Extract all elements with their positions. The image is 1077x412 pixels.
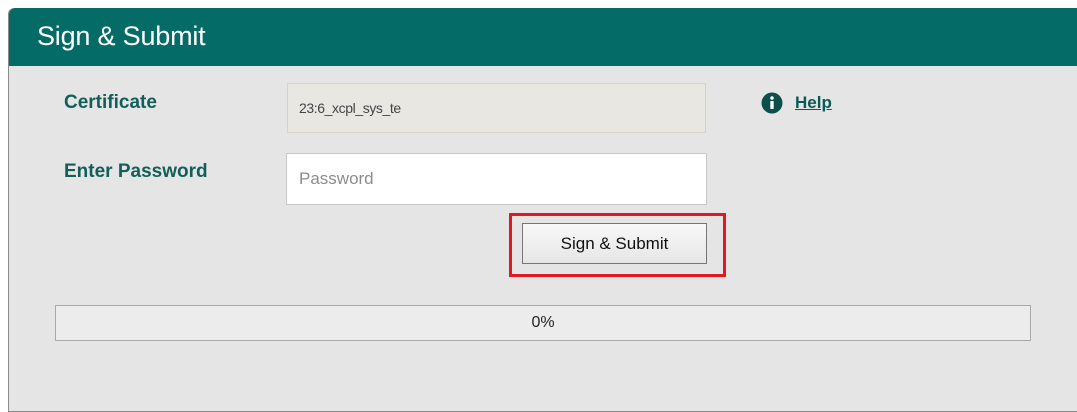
- certificate-value: 23:6_xcpl_sys_te: [299, 100, 401, 116]
- certificate-field: 23:6_xcpl_sys_te: [287, 83, 706, 133]
- help-group: Help: [761, 92, 832, 114]
- sign-submit-panel: Sign & Submit Certificate 23:6_xcpl_sys_…: [8, 8, 1077, 412]
- info-icon: [761, 92, 783, 114]
- panel-title: Sign & Submit: [37, 21, 206, 51]
- password-input[interactable]: [286, 153, 707, 205]
- password-label: Enter Password: [64, 161, 208, 182]
- sign-submit-button[interactable]: Sign & Submit: [522, 223, 707, 264]
- progress-label: 0%: [531, 314, 555, 331]
- panel-header: Sign & Submit: [9, 8, 1077, 66]
- certificate-label: Certificate: [64, 92, 157, 113]
- progress-bar: 0%: [55, 305, 1031, 341]
- help-link[interactable]: Help: [795, 92, 832, 114]
